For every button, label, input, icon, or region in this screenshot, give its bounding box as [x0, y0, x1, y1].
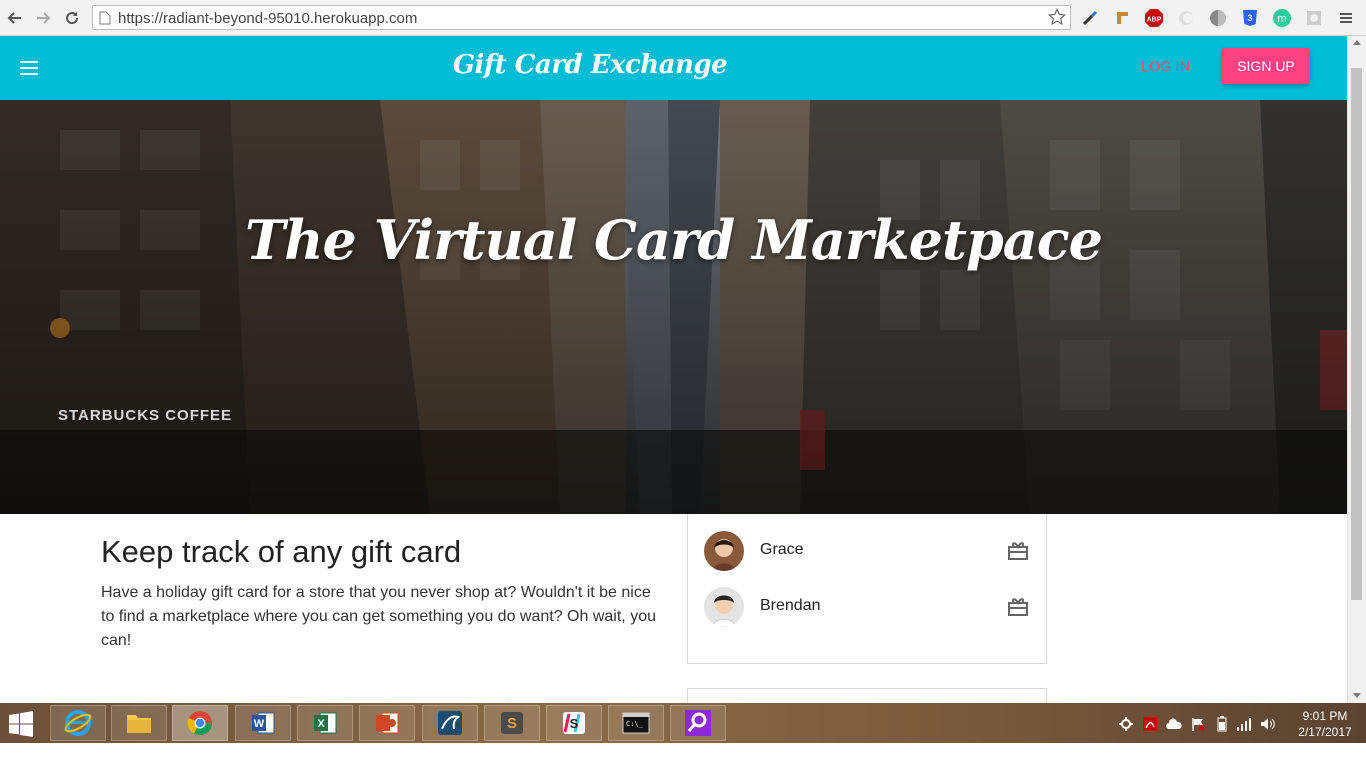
svg-text:W: W	[254, 718, 265, 730]
network-settings-icon[interactable]	[1118, 716, 1134, 732]
battery-icon[interactable]	[1214, 716, 1230, 732]
user-list-card: Grace Brendan	[687, 514, 1047, 664]
scrollbar-thumb[interactable]	[1351, 68, 1362, 600]
volume-icon[interactable]	[1260, 716, 1276, 732]
acrobat-icon[interactable]	[1142, 716, 1158, 732]
action-center-flag-icon[interactable]	[1190, 716, 1206, 732]
ghost-extension-icon[interactable]	[1176, 8, 1196, 28]
m-extension-icon[interactable]: m	[1272, 8, 1292, 28]
secondary-card	[687, 688, 1047, 703]
svg-text:3: 3	[1247, 13, 1252, 23]
user-name: Grace	[760, 541, 804, 558]
svg-text:m: m	[1277, 13, 1286, 25]
onedrive-sync-icon[interactable]	[1166, 716, 1182, 732]
list-item[interactable]: Brendan	[688, 585, 1046, 629]
address-bar[interactable]: https://radiant-beyond-95010.herokuapp.c…	[92, 5, 1071, 30]
mysql-workbench-icon[interactable]	[422, 705, 478, 741]
intro-heading: Keep track of any gift card	[101, 534, 462, 569]
windows-taskbar: W X S S C:\_ 9:01 PM 2/17/2017	[0, 703, 1366, 743]
chrome-icon[interactable]	[172, 705, 228, 741]
windows-start-icon[interactable]	[8, 711, 34, 737]
gift-card-icon[interactable]	[1007, 597, 1029, 617]
clock-time: 9:01 PM	[1302, 709, 1348, 723]
circle-extension-icon[interactable]	[1208, 8, 1228, 28]
adblock-icon[interactable]: ABP	[1144, 8, 1164, 28]
ruler-icon[interactable]	[1112, 8, 1132, 28]
forward-button[interactable]	[32, 7, 54, 29]
settings-extension-icon[interactable]	[1304, 8, 1324, 28]
reload-icon	[66, 12, 79, 25]
command-prompt-icon[interactable]: C:\_	[608, 705, 664, 741]
signup-button[interactable]: SIGN UP	[1222, 48, 1310, 84]
svg-text:C:\_: C:\_	[626, 720, 644, 728]
clock-date: 2/17/2017	[1298, 725, 1352, 739]
wifi-signal-icon[interactable]	[1236, 716, 1252, 732]
powerpoint-icon[interactable]	[359, 705, 415, 741]
word-icon[interactable]: W	[235, 705, 291, 741]
page-viewport: Gift Card Exchange LOG IN SIGN UP STARBU…	[0, 36, 1347, 703]
url-text: https://radiant-beyond-95010.herokuapp.c…	[118, 10, 418, 27]
css3-icon[interactable]: 3	[1240, 8, 1260, 28]
svg-text:ABP: ABP	[1147, 17, 1162, 24]
file-explorer-icon[interactable]	[111, 705, 167, 741]
hero-title: The Virtual Card Marketpace	[245, 208, 1103, 272]
svg-text:X: X	[317, 718, 325, 730]
user-name: Brendan	[760, 597, 821, 614]
login-button[interactable]: LOG IN	[1141, 58, 1190, 74]
sublime-text-icon[interactable]: S	[484, 705, 540, 741]
starbucks-sign: STARBUCKS COFFEE	[58, 407, 233, 424]
back-button[interactable]	[4, 7, 26, 29]
bookmark-star-icon[interactable]	[1048, 8, 1066, 26]
forward-arrow-icon	[37, 12, 51, 24]
screen-bottom-margin	[0, 743, 1366, 768]
reload-button[interactable]	[61, 7, 83, 29]
page-scrollbar[interactable]	[1347, 36, 1366, 703]
avatar	[704, 531, 744, 571]
app-header: Gift Card Exchange LOG IN SIGN UP	[0, 36, 1347, 100]
brand-title[interactable]: Gift Card Exchange	[0, 50, 1180, 80]
list-item[interactable]: Grace	[688, 529, 1046, 573]
intro-paragraph: Have a holiday gift card for a store tha…	[101, 584, 656, 649]
city-street-image	[0, 100, 1347, 514]
internet-explorer-icon[interactable]	[50, 705, 106, 741]
back-arrow-icon	[7, 12, 21, 24]
system-clock[interactable]: 9:01 PM 2/17/2017	[1290, 708, 1360, 740]
excel-icon[interactable]: X	[297, 705, 353, 741]
hero-banner: STARBUCKS COFFEE The Virtual Card Market…	[0, 100, 1347, 514]
avatar	[704, 587, 744, 627]
svg-text:S: S	[507, 715, 517, 732]
svg-text:S: S	[570, 716, 579, 731]
scroll-up-arrow-icon[interactable]	[1353, 40, 1361, 45]
slack-icon[interactable]: S	[546, 705, 602, 741]
search-app-icon[interactable]	[670, 705, 726, 741]
chrome-menu-icon[interactable]	[1336, 8, 1356, 28]
browser-toolbar: https://radiant-beyond-95010.herokuapp.c…	[0, 0, 1366, 36]
eyedropper-icon[interactable]	[1080, 8, 1100, 28]
scroll-down-arrow-icon[interactable]	[1353, 693, 1361, 698]
gift-card-icon[interactable]	[1007, 541, 1029, 561]
page-icon	[99, 11, 111, 25]
